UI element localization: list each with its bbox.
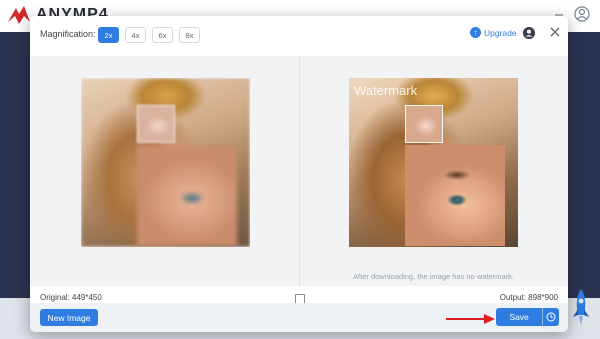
upgrade-label: Upgrade (484, 27, 517, 38)
upgrade-link[interactable]: ↑ Upgrade (470, 27, 517, 38)
history-button[interactable] (542, 308, 559, 326)
dialog-footer: New Image Save (30, 303, 568, 332)
original-zoom-large (137, 145, 237, 246)
magnification-label: Magnification: (40, 29, 96, 39)
output-size: Output: 898*900 (499, 293, 558, 302)
output-zoom-large (405, 145, 505, 246)
output-zoom-small (405, 105, 443, 143)
mag-4x-button[interactable]: 4x (125, 27, 146, 43)
account-icon[interactable] (574, 6, 590, 22)
clock-icon (546, 312, 556, 322)
save-button-group: Save (496, 308, 559, 326)
dialog-header: Magnification: 2x 4x 6x 8x ↑ Upgrade (30, 16, 568, 54)
output-image: Watermark (349, 78, 518, 247)
original-image (81, 78, 250, 247)
original-size: Original: 449*450 (40, 293, 102, 302)
save-button[interactable]: Save (496, 308, 542, 326)
watermark-text: Watermark (354, 83, 418, 98)
mag-8x-button[interactable]: 8x (179, 27, 200, 43)
original-zoom-small (137, 105, 175, 143)
mag-6x-button[interactable]: 6x (152, 27, 173, 43)
rocket-icon[interactable] (570, 287, 592, 329)
pointer-arrow-icon (446, 314, 495, 324)
logo-icon (8, 6, 30, 24)
no-watermark-note: After downloading, the image has no wate… (353, 272, 514, 281)
upgrade-icon: ↑ (470, 27, 481, 38)
new-image-button[interactable]: New Image (40, 309, 98, 326)
preview-area: Watermark After downloading, the image h… (30, 56, 568, 286)
mag-2x-button[interactable]: 2x (98, 27, 119, 43)
user-icon[interactable] (523, 27, 535, 39)
pane-divider (299, 56, 300, 286)
upscale-dialog: Magnification: 2x 4x 6x 8x ↑ Upgrade Wat… (30, 16, 568, 332)
close-icon[interactable] (548, 25, 562, 39)
